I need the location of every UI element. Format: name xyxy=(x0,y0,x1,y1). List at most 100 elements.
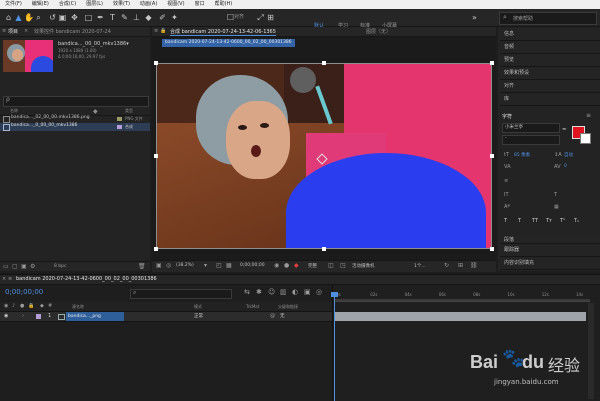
pan-behind-icon[interactable]: ✥ xyxy=(70,13,79,22)
selection-tool-icon[interactable]: ▲ xyxy=(14,13,23,22)
panel-menu-icon[interactable]: ≡ xyxy=(2,28,6,34)
zoom-tool-icon[interactable]: ⌕ xyxy=(34,13,43,22)
eye-icon[interactable]: ◉ xyxy=(4,313,8,319)
panel-close-icon[interactable]: × xyxy=(24,28,28,34)
motion-blur-icon[interactable]: ◐ xyxy=(292,288,298,296)
region-of-interest-icon[interactable]: ◰ xyxy=(216,262,222,269)
pen-tool-icon[interactable]: ✒ xyxy=(96,13,105,22)
text-style-button[interactable]: T₁ xyxy=(574,218,579,224)
transparency-grid-icon[interactable]: ▦ xyxy=(226,262,232,269)
rectangle-tool-icon[interactable]: □ xyxy=(84,13,93,22)
always-preview-icon[interactable]: ▣ xyxy=(156,262,162,269)
list-item[interactable]: bandica..._0_00_00_mkv1386 合成 xyxy=(0,123,150,131)
composition-image[interactable] xyxy=(156,63,492,249)
panel-menu-icon[interactable]: ≡ xyxy=(154,28,158,34)
composition-mini-flowchart-icon[interactable]: ⇆ xyxy=(244,288,250,296)
text-style-button[interactable]: TT xyxy=(532,218,538,224)
panel-collapsed-item[interactable]: 对齐 xyxy=(500,80,600,93)
roto-brush-icon[interactable]: ✐ xyxy=(158,13,167,22)
color-channel-icon[interactable]: ◆ xyxy=(294,262,299,269)
bit-depth-label[interactable]: 8 bpc xyxy=(54,264,66,269)
text-style-button[interactable]: Tт xyxy=(546,218,552,224)
column-type-header[interactable]: 类型 xyxy=(125,108,133,114)
column-source-name[interactable]: 源名称 xyxy=(72,304,84,310)
layer-duration-bar[interactable] xyxy=(334,312,586,321)
transform-handle[interactable] xyxy=(154,61,158,65)
mask-visibility-icon[interactable]: ◎ xyxy=(166,262,171,269)
panel-collapsed-item[interactable]: 库 xyxy=(500,93,600,106)
font-size-value[interactable]: 85 像素 xyxy=(514,152,530,158)
draft-3d-icon[interactable]: ✱ xyxy=(256,288,262,296)
eraser-tool-icon[interactable]: ◆ xyxy=(144,13,153,22)
text-style-button[interactable]: T xyxy=(518,218,521,224)
flowchart-icon[interactable]: ⊞ xyxy=(458,262,463,269)
fast-preview-icon[interactable]: ◫ xyxy=(328,262,334,269)
camera-tool-icon[interactable]: ▣ xyxy=(58,13,67,22)
transform-handle[interactable] xyxy=(490,61,494,65)
graph-editor-icon[interactable]: ▣ xyxy=(304,288,311,296)
layer-blend-mode[interactable]: 正常 xyxy=(194,313,203,319)
panel-collapsed-item[interactable]: 预览 xyxy=(500,54,600,67)
clone-stamp-icon[interactable]: ⊥ xyxy=(132,13,141,22)
brush-tool-icon[interactable]: ✎ xyxy=(120,13,129,22)
project-search-input[interactable] xyxy=(3,96,149,107)
transform-handle[interactable] xyxy=(490,247,494,251)
snap-options-icon[interactable]: ⤢ xyxy=(256,13,265,22)
panel-collapsed-item[interactable]: 效果和预设 xyxy=(500,67,600,80)
panel-collapsed-item[interactable]: 跟踪器 xyxy=(500,244,600,257)
transform-handle[interactable] xyxy=(154,247,158,251)
menu-item[interactable]: 文件(F) xyxy=(0,0,27,9)
3d-view-icon[interactable]: ◳ xyxy=(340,262,346,269)
help-search-box[interactable]: ⌕ 搜索帮助 xyxy=(499,12,597,25)
panel-menu-icon[interactable]: ≡ xyxy=(8,276,12,282)
column-parent[interactable]: 父级和链接 xyxy=(278,304,298,310)
snapshot-icon[interactable]: ◉ xyxy=(274,262,279,269)
menu-item[interactable]: 合成(C) xyxy=(54,0,81,9)
column-mode[interactable]: 模式 xyxy=(194,304,202,310)
close-icon[interactable]: × xyxy=(2,276,6,282)
transform-handle[interactable] xyxy=(322,247,326,251)
text-style-button[interactable]: T xyxy=(504,218,507,224)
panel-collapsed-item[interactable]: 信息 xyxy=(500,28,600,41)
shy-layers-icon[interactable]: ☺ xyxy=(268,288,275,296)
resolution-icon[interactable]: ▾ xyxy=(204,262,207,269)
lock-icon[interactable]: 🔒 xyxy=(160,28,166,34)
reset-exposure-icon[interactable]: ↻ xyxy=(444,262,449,269)
panel-collapsed-item[interactable]: 音频 xyxy=(500,41,600,54)
time-ruler[interactable]: 0s 02s 04s 06s 08s 10s 12s 14s xyxy=(334,292,590,302)
transform-handle[interactable] xyxy=(322,61,326,65)
type-tool-icon[interactable]: T xyxy=(108,13,117,22)
link-icon[interactable]: ⛓ xyxy=(470,262,478,269)
puppet-tool-icon[interactable]: ✦ xyxy=(170,13,179,22)
composition-breadcrumb[interactable]: bandicam 2020-07-24-13-42-0600_00_02_00_… xyxy=(162,39,295,47)
menu-item[interactable]: 帮助(H) xyxy=(210,0,238,9)
column-name-header[interactable]: 名称 xyxy=(10,108,18,114)
delete-icon[interactable]: 🗑 xyxy=(138,263,146,270)
home-icon[interactable]: ⌂ xyxy=(4,13,13,22)
playhead-handle[interactable] xyxy=(331,292,338,297)
column-trkmat[interactable]: TrkMat xyxy=(246,304,259,309)
camera-dropdown[interactable]: 活动摄像机 xyxy=(352,263,375,269)
tracking-value[interactable]: 0 xyxy=(564,164,567,169)
transform-handle[interactable] xyxy=(490,154,494,158)
adjust-settings-icon[interactable]: ⚙ xyxy=(30,263,35,270)
menu-item[interactable]: 效果(T) xyxy=(108,0,135,9)
show-channel-icon[interactable]: ● xyxy=(284,262,289,269)
quality-dropdown[interactable]: 完整 xyxy=(308,263,317,269)
new-composition-icon[interactable]: ▣ xyxy=(21,263,27,270)
current-time-display[interactable]: 0;00;00;00 xyxy=(240,263,265,268)
workspace-overflow-icon[interactable]: » xyxy=(470,13,479,22)
new-folder-icon[interactable]: ▢ xyxy=(12,263,18,270)
tab-timeline[interactable]: bandicam 2020-07-24-13-42-0600_00_02_00_… xyxy=(16,276,157,282)
layer-parent-value[interactable]: 无 xyxy=(280,313,285,319)
frame-blending-icon[interactable]: ▥ xyxy=(280,288,287,296)
rotate-tool-icon[interactable]: ↺ xyxy=(48,13,57,22)
menu-item[interactable]: 编辑(E) xyxy=(27,0,54,9)
view-layout-dropdown[interactable]: 1个... xyxy=(414,263,426,269)
tab-effect-controls[interactable]: 效果控件 bandicam 2020-07-24 xyxy=(34,28,111,35)
stroke-color-swatch[interactable] xyxy=(580,133,591,144)
parent-pickwhip-icon[interactable]: @ xyxy=(270,313,275,319)
expand-arrow-icon[interactable]: › xyxy=(22,313,24,319)
interpret-footage-icon[interactable]: ▭ xyxy=(3,263,9,270)
panel-collapsed-item[interactable]: 内容识别填充 xyxy=(500,257,600,270)
